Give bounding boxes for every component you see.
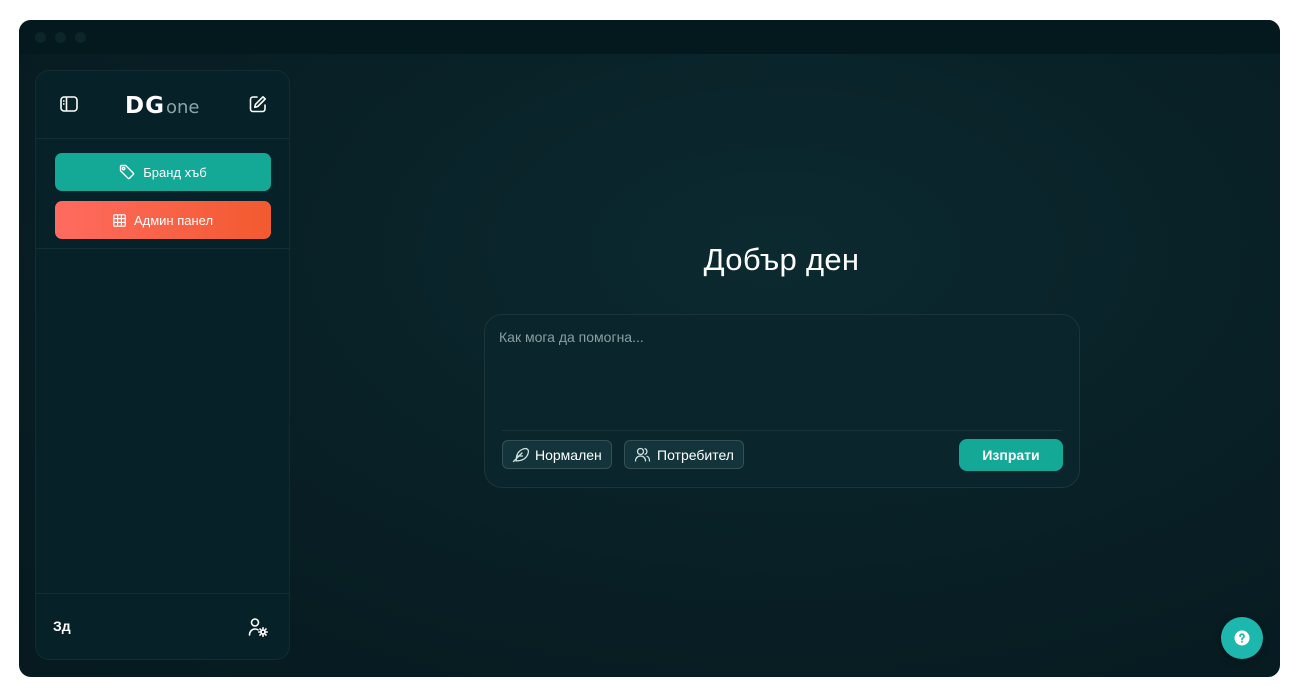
user-gear-icon xyxy=(248,618,268,637)
tag-icon xyxy=(120,164,135,180)
toggle-sidebar-button[interactable] xyxy=(56,91,82,117)
brand-hub-button[interactable]: Бранд хъб xyxy=(55,153,271,191)
question-icon xyxy=(1234,630,1250,646)
composer-divider xyxy=(502,430,1062,431)
window-maximize-dot[interactable] xyxy=(75,32,86,43)
admin-panel-button[interactable]: Админ панел xyxy=(55,201,271,239)
grid-icon xyxy=(113,213,126,227)
window-close-dot[interactable] xyxy=(35,32,46,43)
role-selector[interactable]: Потребител xyxy=(624,440,744,469)
greeting-title: Добър ден xyxy=(703,242,860,277)
sidebar-panel-icon xyxy=(60,96,78,112)
sidebar-footer: Зд xyxy=(36,593,289,659)
window-minimize-dot[interactable] xyxy=(55,32,66,43)
brand-hub-label: Бранд хъб xyxy=(143,164,207,180)
chat-composer: Нормален Потребител Изпрати xyxy=(484,314,1080,488)
users-icon xyxy=(634,447,651,462)
admin-panel-label: Админ панел xyxy=(133,212,214,228)
title-bar xyxy=(19,20,1280,54)
new-chat-button[interactable] xyxy=(245,91,271,117)
app-window: DG one Бранд хъб Админ панел Зд Добър де… xyxy=(19,20,1280,677)
chat-input[interactable] xyxy=(499,329,1065,415)
send-button[interactable]: Изпрати xyxy=(959,439,1063,471)
app-logo: DG one xyxy=(125,93,199,119)
mode-selector[interactable]: Нормален xyxy=(502,440,612,469)
user-settings-button[interactable] xyxy=(245,614,271,640)
role-label: Потребител xyxy=(657,446,734,463)
help-button[interactable] xyxy=(1221,617,1263,659)
edit-icon xyxy=(249,96,266,113)
logo-main: DG xyxy=(125,93,165,119)
language-switcher[interactable]: Зд xyxy=(53,618,71,634)
sidebar: DG one Бранд хъб Админ панел Зд xyxy=(35,70,290,660)
feather-icon xyxy=(512,447,529,463)
sidebar-header: DG one xyxy=(36,71,289,139)
mode-label: Нормален xyxy=(535,446,602,463)
logo-sub: one xyxy=(165,97,200,118)
